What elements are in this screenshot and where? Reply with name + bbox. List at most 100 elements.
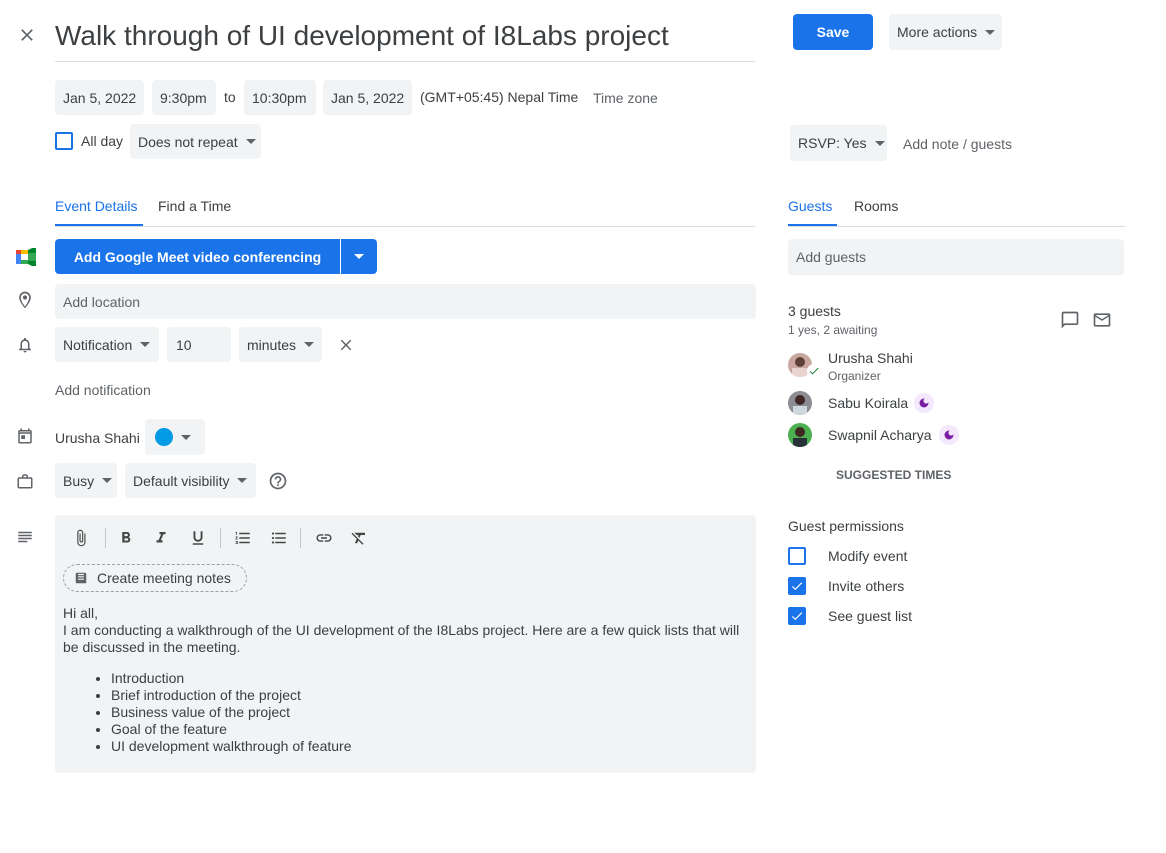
clear-formatting-button[interactable] [347,526,371,550]
tab-event-details[interactable]: Event Details [55,198,137,214]
guest-permissions-title: Guest permissions [788,518,904,534]
create-meeting-notes-label: Create meeting notes [97,570,231,586]
end-time-button[interactable]: 10:30pm [244,80,316,115]
tab-guests[interactable]: Guests [788,198,832,214]
rsvp-value: RSVP: Yes [798,135,867,151]
tab-rooms[interactable]: Rooms [854,198,898,214]
add-guests-input[interactable]: Add guests [788,239,1124,275]
numbered-list-button[interactable] [231,526,255,550]
document-icon [75,572,87,584]
awaiting-moon-icon [939,425,959,445]
save-button[interactable]: Save [793,14,873,50]
italic-icon [156,532,166,543]
bulleted-list-button[interactable] [267,526,291,550]
location-placeholder: Add location [63,293,141,310]
attach-button[interactable] [69,526,93,550]
description-line-2: I am conducting a walkthrough of the UI … [63,622,740,655]
start-time: 9:30pm [160,89,207,106]
google-meet-icon [16,246,36,268]
end-date: Jan 5, 2022 [331,89,405,106]
start-time-button[interactable]: 9:30pm [152,80,216,115]
add-note-guests-link[interactable]: Add note / guests [903,136,1012,152]
repeat-value: Does not repeat [138,133,238,150]
briefcase-icon [17,474,33,489]
notification-amount: 10 [176,336,192,353]
visibility-dropdown[interactable]: Default visibility [125,463,256,498]
description-list: Introduction Brief introduction of the p… [63,670,749,755]
description-editor[interactable]: Create meeting notes Hi all, I am conduc… [55,515,756,773]
notification-unit-dropdown[interactable]: minutes [239,327,322,362]
timezone-link[interactable]: Time zone [593,90,658,106]
visibility-value: Default visibility [133,472,230,489]
description-line-1: Hi all, [63,605,99,621]
close-button[interactable] [14,22,40,48]
guest-name[interactable]: Sabu Koirala [828,395,908,411]
busy-dropdown[interactable]: Busy [55,463,117,498]
guest-name[interactable]: Urusha Shahi [828,350,913,366]
chevron-down-icon [245,139,256,144]
more-actions-button[interactable]: More actions [889,14,1002,50]
start-date: Jan 5, 2022 [63,89,137,106]
add-notification-link[interactable]: Add notification [55,382,151,398]
guest-name[interactable]: Swapnil Acharya [828,427,932,443]
tabs-divider [55,226,755,227]
create-meeting-notes-button[interactable]: Create meeting notes [63,564,247,592]
link-button[interactable] [312,526,336,550]
meet-options-button[interactable] [341,239,377,274]
bold-button[interactable] [114,526,138,550]
permission-label: Invite others [828,578,905,594]
italic-button[interactable] [149,526,173,550]
guest-count: 3 guests [788,303,841,319]
calendar-color-dropdown[interactable] [145,419,205,455]
suggested-times-button[interactable]: SUGGESTED TIMES [836,468,951,482]
guest-status: 1 yes, 2 awaiting [788,323,878,337]
save-button-label: Save [816,24,850,40]
numbered-list-icon [235,532,250,544]
all-day-checkbox[interactable] [55,132,73,150]
bold-icon [122,532,131,543]
add-meet-button[interactable]: Add Google Meet video conferencing [55,239,340,274]
check-icon [791,612,803,621]
underline-icon [192,531,204,545]
check-icon [791,582,803,591]
list-item: Introduction [111,670,749,687]
tab-find-a-time[interactable]: Find a Time [158,198,231,214]
start-date-button[interactable]: Jan 5, 2022 [55,80,144,115]
all-day-label: All day [81,133,124,149]
invite-others-checkbox[interactable] [788,577,806,595]
underline-button[interactable] [186,526,210,550]
notification-type: Notification [63,336,133,353]
add-meet-label: Add Google Meet video conferencing [73,248,322,265]
rsvp-dropdown[interactable]: RSVP: Yes [790,125,887,161]
calendar-color-swatch [155,428,173,446]
right-tabs-divider [788,226,1125,227]
description-text: Hi all, I am conducting a walkthrough of… [63,605,749,755]
email-icon[interactable] [1092,310,1112,330]
chat-icon[interactable] [1060,310,1080,330]
list-item: Goal of the feature [111,721,749,738]
event-title-input[interactable]: Walk through of UI development of I8Labs… [55,16,755,62]
location-input[interactable]: Add location [55,284,756,319]
toolbar-divider [300,528,301,548]
list-item: Business value of the project [111,704,749,721]
toolbar-divider [105,528,106,548]
notification-amount-input[interactable]: 10 [167,327,231,362]
bell-icon [19,337,31,353]
end-date-button[interactable]: Jan 5, 2022 [323,80,412,115]
busy-value: Busy [63,472,95,489]
repeat-dropdown[interactable]: Does not repeat [130,124,261,159]
chevron-down-icon [237,478,248,483]
avatar [788,391,812,415]
notification-type-dropdown[interactable]: Notification [55,327,159,362]
location-pin-icon [19,291,31,309]
permission-label: See guest list [828,608,913,624]
chevron-down-icon [181,434,191,440]
chevron-down-icon [304,342,315,347]
close-icon [340,339,352,351]
see-guest-list-checkbox[interactable] [788,607,806,625]
calendar-icon [18,428,32,444]
help-circle-icon[interactable] [268,471,288,491]
remove-notification-button[interactable] [335,334,357,356]
accepted-check-icon [807,364,821,378]
modify-event-checkbox[interactable] [788,547,806,565]
